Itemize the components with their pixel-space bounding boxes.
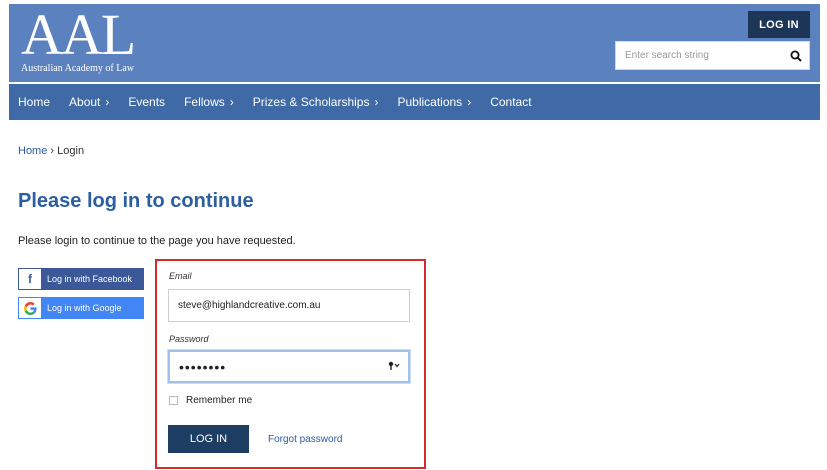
password-label: Password bbox=[169, 334, 209, 344]
breadcrumb-separator: › bbox=[50, 145, 55, 157]
forgot-password-link[interactable]: Forgot password bbox=[268, 434, 342, 445]
nav-item-about[interactable]: About › bbox=[69, 95, 109, 109]
google-icon bbox=[19, 298, 41, 318]
remember-me[interactable]: Remember me bbox=[169, 395, 252, 406]
main-nav: Home About › Events Fellows › Prizes & Sch… bbox=[9, 84, 820, 120]
remember-me-checkbox[interactable] bbox=[169, 396, 178, 405]
nav-item-contact[interactable]: Contact bbox=[490, 95, 531, 109]
nav-label: Prizes & Scholarships bbox=[252, 95, 370, 109]
facebook-icon: f bbox=[19, 269, 41, 289]
nav-label: Fellows bbox=[184, 95, 225, 109]
search-input[interactable] bbox=[616, 42, 783, 69]
google-login-button[interactable]: Log in with Google bbox=[18, 297, 144, 319]
login-submit-button[interactable]: LOG IN bbox=[168, 425, 249, 453]
chevron-right-icon: › bbox=[374, 95, 379, 109]
header-login-button[interactable]: LOG IN bbox=[748, 11, 810, 38]
site-header: AAL Australian Academy of Law LOG IN bbox=[9, 2, 820, 82]
facebook-login-label: Log in with Facebook bbox=[41, 269, 143, 289]
email-field-wrapper bbox=[168, 289, 410, 322]
nav-item-publications[interactable]: Publications › bbox=[397, 95, 471, 109]
breadcrumb-current: Login bbox=[57, 145, 85, 157]
page-title: Please log in to continue bbox=[18, 190, 254, 212]
nav-item-events[interactable]: Events bbox=[128, 95, 165, 109]
key-icon[interactable] bbox=[388, 361, 400, 374]
logo-subtitle: Australian Academy of Law bbox=[21, 63, 135, 74]
facebook-login-button[interactable]: f Log in with Facebook bbox=[18, 268, 144, 290]
breadcrumb-home-link[interactable]: Home bbox=[18, 145, 47, 157]
login-form: Email Password •••••••• Remember me LOG … bbox=[155, 259, 426, 469]
nav-item-home[interactable]: Home bbox=[18, 95, 50, 109]
nav-item-prizes[interactable]: Prizes & Scholarships › bbox=[253, 95, 379, 109]
breadcrumb: Home › Login bbox=[18, 145, 84, 157]
chevron-right-icon: › bbox=[467, 95, 472, 109]
google-login-label: Log in with Google bbox=[41, 298, 143, 318]
email-field[interactable] bbox=[178, 300, 409, 311]
nav-label: Events bbox=[128, 95, 166, 109]
chevron-right-icon: › bbox=[229, 95, 234, 109]
nav-label: About bbox=[69, 95, 101, 109]
logo-text: AAL bbox=[21, 2, 136, 67]
password-field[interactable]: •••••••• bbox=[168, 350, 410, 383]
password-value: •••••••• bbox=[179, 358, 227, 375]
nav-label: Home bbox=[18, 95, 51, 109]
intro-text: Please login to continue to the page you… bbox=[18, 235, 296, 247]
chevron-right-icon: › bbox=[105, 95, 110, 109]
search-box bbox=[615, 41, 810, 70]
email-label: Email bbox=[169, 271, 192, 281]
remember-me-label: Remember me bbox=[186, 395, 253, 406]
nav-label: Contact bbox=[490, 95, 532, 109]
nav-item-fellows[interactable]: Fellows › bbox=[184, 95, 234, 109]
search-icon[interactable] bbox=[783, 42, 809, 69]
nav-label: Publications bbox=[397, 95, 463, 109]
site-logo[interactable]: AAL Australian Academy of Law bbox=[21, 2, 161, 76]
